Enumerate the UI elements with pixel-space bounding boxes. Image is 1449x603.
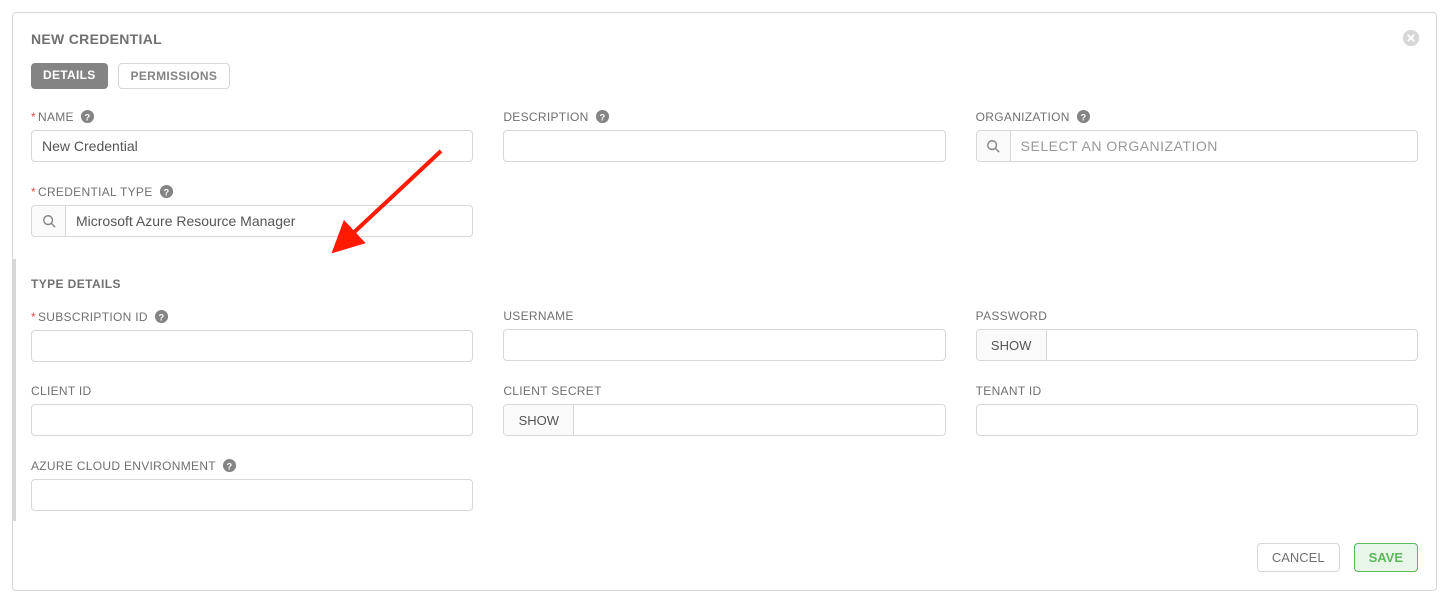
- username-input-wrap: [503, 329, 945, 361]
- type-details-section: TYPE DETAILS *SUBSCRIPTION ID ? USERNAME: [13, 259, 1418, 521]
- client-secret-input-wrap: SHOW: [503, 404, 945, 436]
- description-input[interactable]: [504, 131, 944, 161]
- password-input[interactable]: [1047, 330, 1417, 360]
- organization-input[interactable]: [1011, 131, 1417, 161]
- field-credential-type: *CREDENTIAL TYPE ?: [31, 184, 473, 237]
- svg-text:?: ?: [163, 187, 169, 197]
- client-id-input[interactable]: [32, 405, 472, 435]
- name-input-wrap: [31, 130, 473, 162]
- field-organization: ORGANIZATION ?: [976, 109, 1418, 162]
- label-subscription-id: *SUBSCRIPTION ID ?: [31, 309, 473, 324]
- close-icon: [1402, 29, 1420, 47]
- subscription-id-input-wrap: [31, 330, 473, 362]
- credential-type-search-button[interactable]: [32, 206, 66, 236]
- tenant-id-input[interactable]: [977, 405, 1417, 435]
- client-id-input-wrap: [31, 404, 473, 436]
- tenant-id-input-wrap: [976, 404, 1418, 436]
- tab-permissions[interactable]: PERMISSIONS: [118, 63, 231, 89]
- field-password: PASSWORD SHOW: [976, 309, 1418, 362]
- client-secret-input[interactable]: [574, 405, 944, 435]
- password-show-button[interactable]: SHOW: [977, 330, 1047, 360]
- field-username: USERNAME: [503, 309, 945, 362]
- help-icon[interactable]: ?: [222, 458, 237, 473]
- field-description: DESCRIPTION ?: [503, 109, 945, 162]
- field-subscription-id: *SUBSCRIPTION ID ?: [31, 309, 473, 362]
- fields-grid: *NAME ? DESCRIPTION ? ORGANIZATI: [31, 109, 1418, 521]
- client-secret-show-button[interactable]: SHOW: [504, 405, 574, 435]
- password-input-wrap: SHOW: [976, 329, 1418, 361]
- azure-cloud-env-input-wrap: [31, 479, 473, 511]
- footer: CANCEL SAVE: [31, 543, 1418, 572]
- label-description: DESCRIPTION ?: [503, 109, 945, 124]
- subscription-id-input[interactable]: [32, 331, 472, 361]
- modal-title: NEW CREDENTIAL: [31, 31, 1418, 47]
- label-username: USERNAME: [503, 309, 945, 323]
- description-input-wrap: [503, 130, 945, 162]
- help-icon[interactable]: ?: [595, 109, 610, 124]
- help-icon[interactable]: ?: [80, 109, 95, 124]
- field-client-id: CLIENT ID: [31, 384, 473, 436]
- organization-input-wrap: [976, 130, 1418, 162]
- field-name: *NAME ?: [31, 109, 473, 162]
- label-credential-type: *CREDENTIAL TYPE ?: [31, 184, 473, 199]
- label-client-secret: CLIENT SECRET: [503, 384, 945, 398]
- type-details-heading: TYPE DETAILS: [31, 277, 1418, 291]
- name-input[interactable]: [32, 131, 472, 161]
- help-icon[interactable]: ?: [154, 309, 169, 324]
- credential-type-input[interactable]: [66, 206, 472, 236]
- label-organization: ORGANIZATION ?: [976, 109, 1418, 124]
- svg-text:?: ?: [226, 461, 232, 471]
- label-client-id: CLIENT ID: [31, 384, 473, 398]
- svg-text:?: ?: [599, 112, 605, 122]
- tab-bar: DETAILS PERMISSIONS: [31, 63, 1418, 89]
- svg-text:?: ?: [1080, 112, 1086, 122]
- organization-search-button[interactable]: [977, 131, 1011, 161]
- help-icon[interactable]: ?: [159, 184, 174, 199]
- field-azure-cloud-env: AZURE CLOUD ENVIRONMENT ?: [31, 458, 473, 511]
- azure-cloud-env-input[interactable]: [32, 480, 472, 510]
- svg-text:?: ?: [158, 312, 164, 322]
- label-tenant-id: TENANT ID: [976, 384, 1418, 398]
- label-azure-cloud-env: AZURE CLOUD ENVIRONMENT ?: [31, 458, 473, 473]
- type-details-grid: *SUBSCRIPTION ID ? USERNAME: [31, 309, 1418, 511]
- field-client-secret: CLIENT SECRET SHOW: [503, 384, 945, 436]
- cancel-button[interactable]: CANCEL: [1257, 543, 1340, 572]
- label-name: *NAME ?: [31, 109, 473, 124]
- svg-text:?: ?: [84, 112, 90, 122]
- close-button[interactable]: [1402, 29, 1420, 47]
- new-credential-modal: NEW CREDENTIAL DETAILS PERMISSIONS *NAME…: [12, 12, 1437, 591]
- tab-details[interactable]: DETAILS: [31, 63, 108, 89]
- label-password: PASSWORD: [976, 309, 1418, 323]
- username-input[interactable]: [504, 330, 944, 360]
- save-button[interactable]: SAVE: [1354, 543, 1418, 572]
- help-icon[interactable]: ?: [1076, 109, 1091, 124]
- field-tenant-id: TENANT ID: [976, 384, 1418, 436]
- search-icon: [986, 139, 1000, 153]
- credential-type-input-wrap: [31, 205, 473, 237]
- search-icon: [42, 214, 56, 228]
